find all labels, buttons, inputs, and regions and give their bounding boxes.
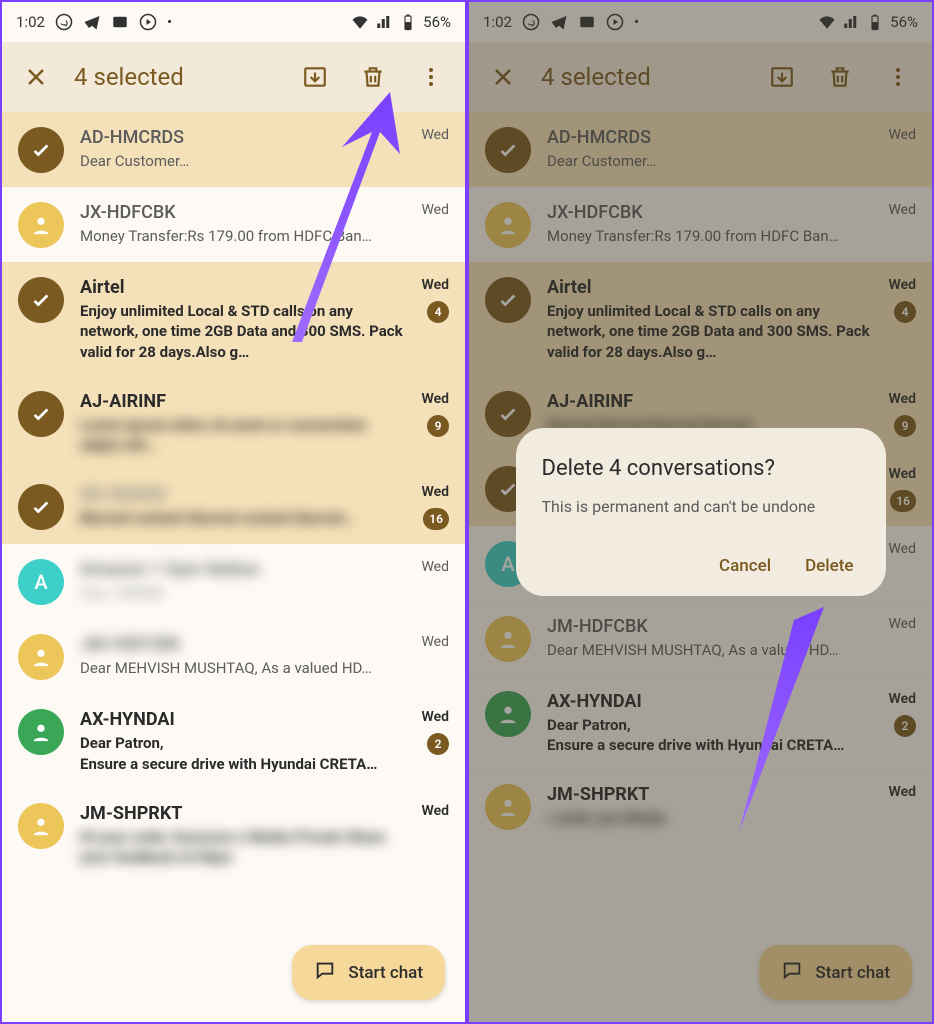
time: Wed bbox=[421, 559, 449, 575]
conversation-list[interactable]: AD-HMCRDS Dear Customer… Wed JX-HDFCBK M… bbox=[2, 112, 465, 881]
time: Wed bbox=[421, 634, 449, 650]
preview: Dear Patron, Ensure a secure drive with … bbox=[80, 733, 406, 774]
whatsapp-icon bbox=[55, 13, 73, 31]
close-selection-button[interactable] bbox=[16, 57, 56, 97]
battery-text: 56% bbox=[423, 13, 451, 31]
time: Wed bbox=[422, 803, 450, 819]
unread-badge: 4 bbox=[427, 301, 449, 323]
signal-icon bbox=[375, 13, 393, 31]
sender: AJ-AIRINF bbox=[80, 391, 406, 412]
avatar-check-icon bbox=[18, 127, 64, 173]
sender-blurred: XX-XXXXX bbox=[80, 484, 406, 505]
conversation-row[interactable]: AJ-AIRINF Lorem ipsum dolor sit amet ur … bbox=[2, 376, 465, 470]
app-icon bbox=[111, 13, 129, 31]
wifi-icon bbox=[351, 13, 369, 31]
conversation-row[interactable]: JX-HDFCBK Money Transfer:Rs 179.00 from … bbox=[2, 187, 465, 262]
start-chat-fab[interactable]: Start chat bbox=[292, 945, 445, 1000]
dialog-title: Delete 4 conversations? bbox=[542, 456, 860, 481]
selection-count: 4 selected bbox=[74, 63, 277, 91]
time: Wed bbox=[422, 709, 450, 725]
preview: Dear Customer… bbox=[80, 151, 405, 171]
time: Wed bbox=[422, 484, 450, 500]
preview-blurred: You: 144342 bbox=[80, 583, 405, 603]
battery-icon bbox=[399, 13, 417, 31]
phone-left: 1:02 • 56% 4 selected bbox=[0, 0, 467, 1024]
preview-blurred: Blurred content blurred content blurred… bbox=[80, 508, 406, 528]
delete-dialog: Delete 4 conversations? This is permanen… bbox=[516, 428, 886, 596]
sender-blurred: JM-HDFCBK bbox=[80, 634, 405, 655]
avatar-person-icon bbox=[18, 803, 64, 849]
overflow-button[interactable] bbox=[411, 57, 451, 97]
sender: AD-HMCRDS bbox=[80, 127, 405, 148]
preview-blurred: Lorem ipsum dolor sit amet ur consectetu… bbox=[80, 415, 406, 456]
time: Wed bbox=[422, 391, 450, 407]
time: Wed bbox=[422, 277, 450, 293]
avatar-person-icon bbox=[18, 202, 64, 248]
conversation-row[interactable]: JM-HDFCBK Dear MEHVISH MUSHTAQ, As a val… bbox=[2, 619, 465, 694]
unread-badge: 2 bbox=[427, 733, 449, 755]
dot-icon: • bbox=[167, 13, 172, 31]
preview: Dear MEHVISH MUSHTAQ, As a valued HD… bbox=[80, 658, 405, 678]
avatar-letter: A bbox=[18, 559, 64, 605]
unread-badge: 16 bbox=[423, 508, 449, 530]
conversation-row[interactable]: A Amazon 1 Gym Nation You: 144342 Wed bbox=[2, 544, 465, 619]
status-bar: 1:02 • 56% bbox=[2, 2, 465, 42]
conversation-row[interactable]: Airtel Enjoy unlimited Local & STD calls… bbox=[2, 262, 465, 376]
avatar-person-icon bbox=[18, 634, 64, 680]
telegram-icon bbox=[83, 13, 101, 31]
sender: JM-SHPRKT bbox=[80, 803, 406, 824]
preview: Money Transfer:Rs 179.00 from HDFC Ban… bbox=[80, 226, 405, 246]
conversation-row[interactable]: AX-HYNDAI Dear Patron, Ensure a secure d… bbox=[2, 694, 465, 788]
sender: AX-HYNDAI bbox=[80, 709, 406, 730]
conversation-row[interactable]: XX-XXXXX Blurred content blurred content… bbox=[2, 469, 465, 544]
sender: Airtel bbox=[80, 277, 406, 298]
conversation-row[interactable]: AD-HMCRDS Dear Customer… Wed bbox=[2, 112, 465, 187]
avatar-person-icon bbox=[18, 709, 64, 755]
preview-blurred: Hi your order 4xxxxxxx n Media Private S… bbox=[80, 827, 406, 868]
dialog-confirm-button[interactable]: Delete bbox=[805, 556, 853, 576]
avatar-check-icon bbox=[18, 484, 64, 530]
dialog-message: This is permanent and can't be undone bbox=[542, 497, 860, 516]
archive-button[interactable] bbox=[295, 57, 335, 97]
time: Wed bbox=[421, 127, 449, 143]
selection-toolbar: 4 selected bbox=[2, 42, 465, 112]
preview: Enjoy unlimited Local & STD calls on any… bbox=[80, 301, 406, 362]
sender-blurred: Amazon 1 Gym Nation bbox=[80, 559, 405, 580]
chat-icon bbox=[314, 959, 336, 986]
avatar-check-icon bbox=[18, 277, 64, 323]
delete-button[interactable] bbox=[353, 57, 393, 97]
sender: JX-HDFCBK bbox=[80, 202, 405, 223]
play-icon bbox=[139, 13, 157, 31]
dialog-cancel-button[interactable]: Cancel bbox=[719, 556, 771, 576]
unread-badge: 9 bbox=[427, 415, 449, 437]
conversation-row[interactable]: JM-SHPRKT Hi your order 4xxxxxxx n Media… bbox=[2, 788, 465, 882]
fab-label: Start chat bbox=[348, 963, 423, 983]
clock: 1:02 bbox=[16, 13, 45, 31]
phone-right: 1:02 • 56% 4 selected AD-HMCRDSDear Cust… bbox=[467, 0, 934, 1024]
avatar-check-icon bbox=[18, 391, 64, 437]
time: Wed bbox=[421, 202, 449, 218]
